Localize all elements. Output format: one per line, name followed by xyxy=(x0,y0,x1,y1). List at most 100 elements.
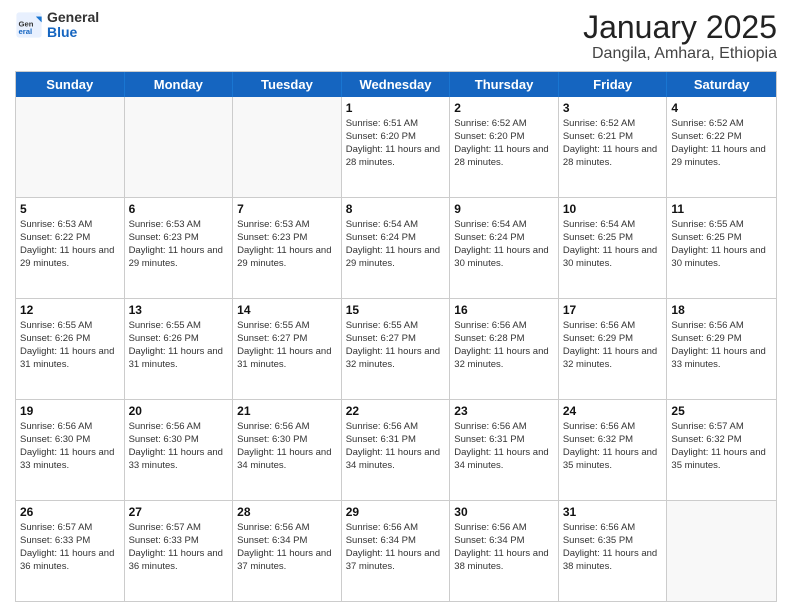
daylight-text: Daylight: 11 hours and 29 minutes. xyxy=(20,245,120,271)
daylight-text: Daylight: 11 hours and 37 minutes. xyxy=(346,548,446,574)
sunrise-text: Sunrise: 6:57 AM xyxy=(20,522,120,535)
daylight-text: Daylight: 11 hours and 30 minutes. xyxy=(671,245,772,271)
day-cell-30: 30Sunrise: 6:56 AMSunset: 6:34 PMDayligh… xyxy=(450,501,559,601)
day-cell-25: 25Sunrise: 6:57 AMSunset: 6:32 PMDayligh… xyxy=(667,400,776,500)
empty-cell xyxy=(667,501,776,601)
daylight-text: Daylight: 11 hours and 33 minutes. xyxy=(20,447,120,473)
calendar-row-3: 12Sunrise: 6:55 AMSunset: 6:26 PMDayligh… xyxy=(16,299,776,400)
day-number: 10 xyxy=(563,201,663,217)
sunset-text: Sunset: 6:24 PM xyxy=(454,232,554,245)
sunset-text: Sunset: 6:35 PM xyxy=(563,535,663,548)
day-cell-28: 28Sunrise: 6:56 AMSunset: 6:34 PMDayligh… xyxy=(233,501,342,601)
sunrise-text: Sunrise: 6:56 AM xyxy=(346,522,446,535)
sunrise-text: Sunrise: 6:57 AM xyxy=(671,421,772,434)
empty-cell xyxy=(16,97,125,197)
empty-cell xyxy=(125,97,234,197)
sunset-text: Sunset: 6:25 PM xyxy=(671,232,772,245)
sunset-text: Sunset: 6:21 PM xyxy=(563,131,663,144)
sunrise-text: Sunrise: 6:56 AM xyxy=(237,522,337,535)
calendar-row-5: 26Sunrise: 6:57 AMSunset: 6:33 PMDayligh… xyxy=(16,501,776,601)
sunrise-text: Sunrise: 6:54 AM xyxy=(454,219,554,232)
daylight-text: Daylight: 11 hours and 29 minutes. xyxy=(346,245,446,271)
daylight-text: Daylight: 11 hours and 34 minutes. xyxy=(454,447,554,473)
sunrise-text: Sunrise: 6:56 AM xyxy=(671,320,772,333)
day-cell-29: 29 Sunrise: 6:56 AMSunset: 6:34 PMDayligh… xyxy=(342,501,451,601)
day-cell-26: 26 Sunrise: 6:57 AMSunset: 6:33 PMDayligh… xyxy=(16,501,125,601)
sunset-text: Sunset: 6:29 PM xyxy=(563,333,663,346)
day-cell-31: 31Sunrise: 6:56 AMSunset: 6:35 PMDayligh… xyxy=(559,501,668,601)
sunset-text: Sunset: 6:34 PM xyxy=(346,535,446,548)
calendar-row-2: 5Sunrise: 6:53 AMSunset: 6:22 PMDaylight… xyxy=(16,198,776,299)
sunset-text: Sunset: 6:27 PM xyxy=(237,333,337,346)
day-number: 29 xyxy=(346,504,446,520)
day-number: 16 xyxy=(454,302,554,318)
day-cell-10: 10Sunrise: 6:54 AMSunset: 6:25 PMDayligh… xyxy=(559,198,668,298)
sunset-text: Sunset: 6:30 PM xyxy=(20,434,120,447)
calendar-body: 1Sunrise: 6:51 AMSunset: 6:20 PMDaylight… xyxy=(16,97,776,601)
day-number: 30 xyxy=(454,504,554,520)
day-number: 26 xyxy=(20,504,120,520)
daylight-text: Daylight: 11 hours and 29 minutes. xyxy=(129,245,229,271)
daylight-text: Daylight: 11 hours and 34 minutes. xyxy=(237,447,337,473)
day-cell-4: 4Sunrise: 6:52 AMSunset: 6:22 PMDaylight… xyxy=(667,97,776,197)
calendar-row-1: 1Sunrise: 6:51 AMSunset: 6:20 PMDaylight… xyxy=(16,97,776,198)
sunrise-text: Sunrise: 6:53 AM xyxy=(129,219,229,232)
sunrise-text: Sunrise: 6:55 AM xyxy=(671,219,772,232)
sunrise-text: Sunrise: 6:53 AM xyxy=(20,219,120,232)
sunrise-text: Sunrise: 6:56 AM xyxy=(563,522,663,535)
day-number: 22 xyxy=(346,403,446,419)
sunrise-text: Sunrise: 6:56 AM xyxy=(454,522,554,535)
day-cell-3: 3Sunrise: 6:52 AMSunset: 6:21 PMDaylight… xyxy=(559,97,668,197)
sunrise-text: Sunrise: 6:54 AM xyxy=(563,219,663,232)
calendar: SundayMondayTuesdayWednesdayThursdayFrid… xyxy=(15,71,777,602)
day-number: 18 xyxy=(671,302,772,318)
day-cell-19: 19Sunrise: 6:56 AMSunset: 6:30 PMDayligh… xyxy=(16,400,125,500)
daylight-text: Daylight: 11 hours and 30 minutes. xyxy=(563,245,663,271)
sunset-text: Sunset: 6:26 PM xyxy=(20,333,120,346)
day-number: 20 xyxy=(129,403,229,419)
daylight-text: Daylight: 11 hours and 34 minutes. xyxy=(346,447,446,473)
sunrise-text: Sunrise: 6:52 AM xyxy=(563,118,663,131)
sunset-text: Sunset: 6:22 PM xyxy=(20,232,120,245)
day-cell-13: 13Sunrise: 6:55 AMSunset: 6:26 PMDayligh… xyxy=(125,299,234,399)
day-number: 4 xyxy=(671,100,772,116)
sunrise-text: Sunrise: 6:55 AM xyxy=(237,320,337,333)
day-cell-22: 22Sunrise: 6:56 AMSunset: 6:31 PMDayligh… xyxy=(342,400,451,500)
logo-blue: Blue xyxy=(47,25,99,40)
day-cell-27: 27Sunrise: 6:57 AMSunset: 6:33 PMDayligh… xyxy=(125,501,234,601)
sunrise-text: Sunrise: 6:56 AM xyxy=(129,421,229,434)
daylight-text: Daylight: 11 hours and 28 minutes. xyxy=(454,144,554,170)
day-cell-8: 8Sunrise: 6:54 AMSunset: 6:24 PMDaylight… xyxy=(342,198,451,298)
sunset-text: Sunset: 6:29 PM xyxy=(671,333,772,346)
day-number: 9 xyxy=(454,201,554,217)
daylight-text: Daylight: 11 hours and 35 minutes. xyxy=(563,447,663,473)
daylight-text: Daylight: 11 hours and 28 minutes. xyxy=(563,144,663,170)
sunset-text: Sunset: 6:20 PM xyxy=(346,131,446,144)
sunset-text: Sunset: 6:33 PM xyxy=(20,535,120,548)
sunset-text: Sunset: 6:32 PM xyxy=(563,434,663,447)
sunset-text: Sunset: 6:23 PM xyxy=(237,232,337,245)
sunrise-text: Sunrise: 6:56 AM xyxy=(454,320,554,333)
sunrise-text: Sunrise: 6:56 AM xyxy=(20,421,120,434)
day-cell-18: 18Sunrise: 6:56 AMSunset: 6:29 PMDayligh… xyxy=(667,299,776,399)
daylight-text: Daylight: 11 hours and 36 minutes. xyxy=(20,548,120,574)
daylight-text: Daylight: 11 hours and 33 minutes. xyxy=(129,447,229,473)
day-cell-2: 2Sunrise: 6:52 AMSunset: 6:20 PMDaylight… xyxy=(450,97,559,197)
day-number: 28 xyxy=(237,504,337,520)
sunset-text: Sunset: 6:26 PM xyxy=(129,333,229,346)
sunrise-text: Sunrise: 6:56 AM xyxy=(563,421,663,434)
sunset-text: Sunset: 6:27 PM xyxy=(346,333,446,346)
sunrise-text: Sunrise: 6:55 AM xyxy=(346,320,446,333)
sunset-text: Sunset: 6:24 PM xyxy=(346,232,446,245)
header-day-monday: Monday xyxy=(125,72,234,97)
day-number: 5 xyxy=(20,201,120,217)
day-cell-24: 24Sunrise: 6:56 AMSunset: 6:32 PMDayligh… xyxy=(559,400,668,500)
title-block: January 2025 Dangila, Amhara, Ethiopia xyxy=(583,10,777,63)
header-day-saturday: Saturday xyxy=(667,72,776,97)
day-number: 2 xyxy=(454,100,554,116)
sunrise-text: Sunrise: 6:56 AM xyxy=(237,421,337,434)
sunrise-text: Sunrise: 6:52 AM xyxy=(454,118,554,131)
day-cell-16: 16Sunrise: 6:56 AMSunset: 6:28 PMDayligh… xyxy=(450,299,559,399)
daylight-text: Daylight: 11 hours and 28 minutes. xyxy=(346,144,446,170)
sunset-text: Sunset: 6:33 PM xyxy=(129,535,229,548)
